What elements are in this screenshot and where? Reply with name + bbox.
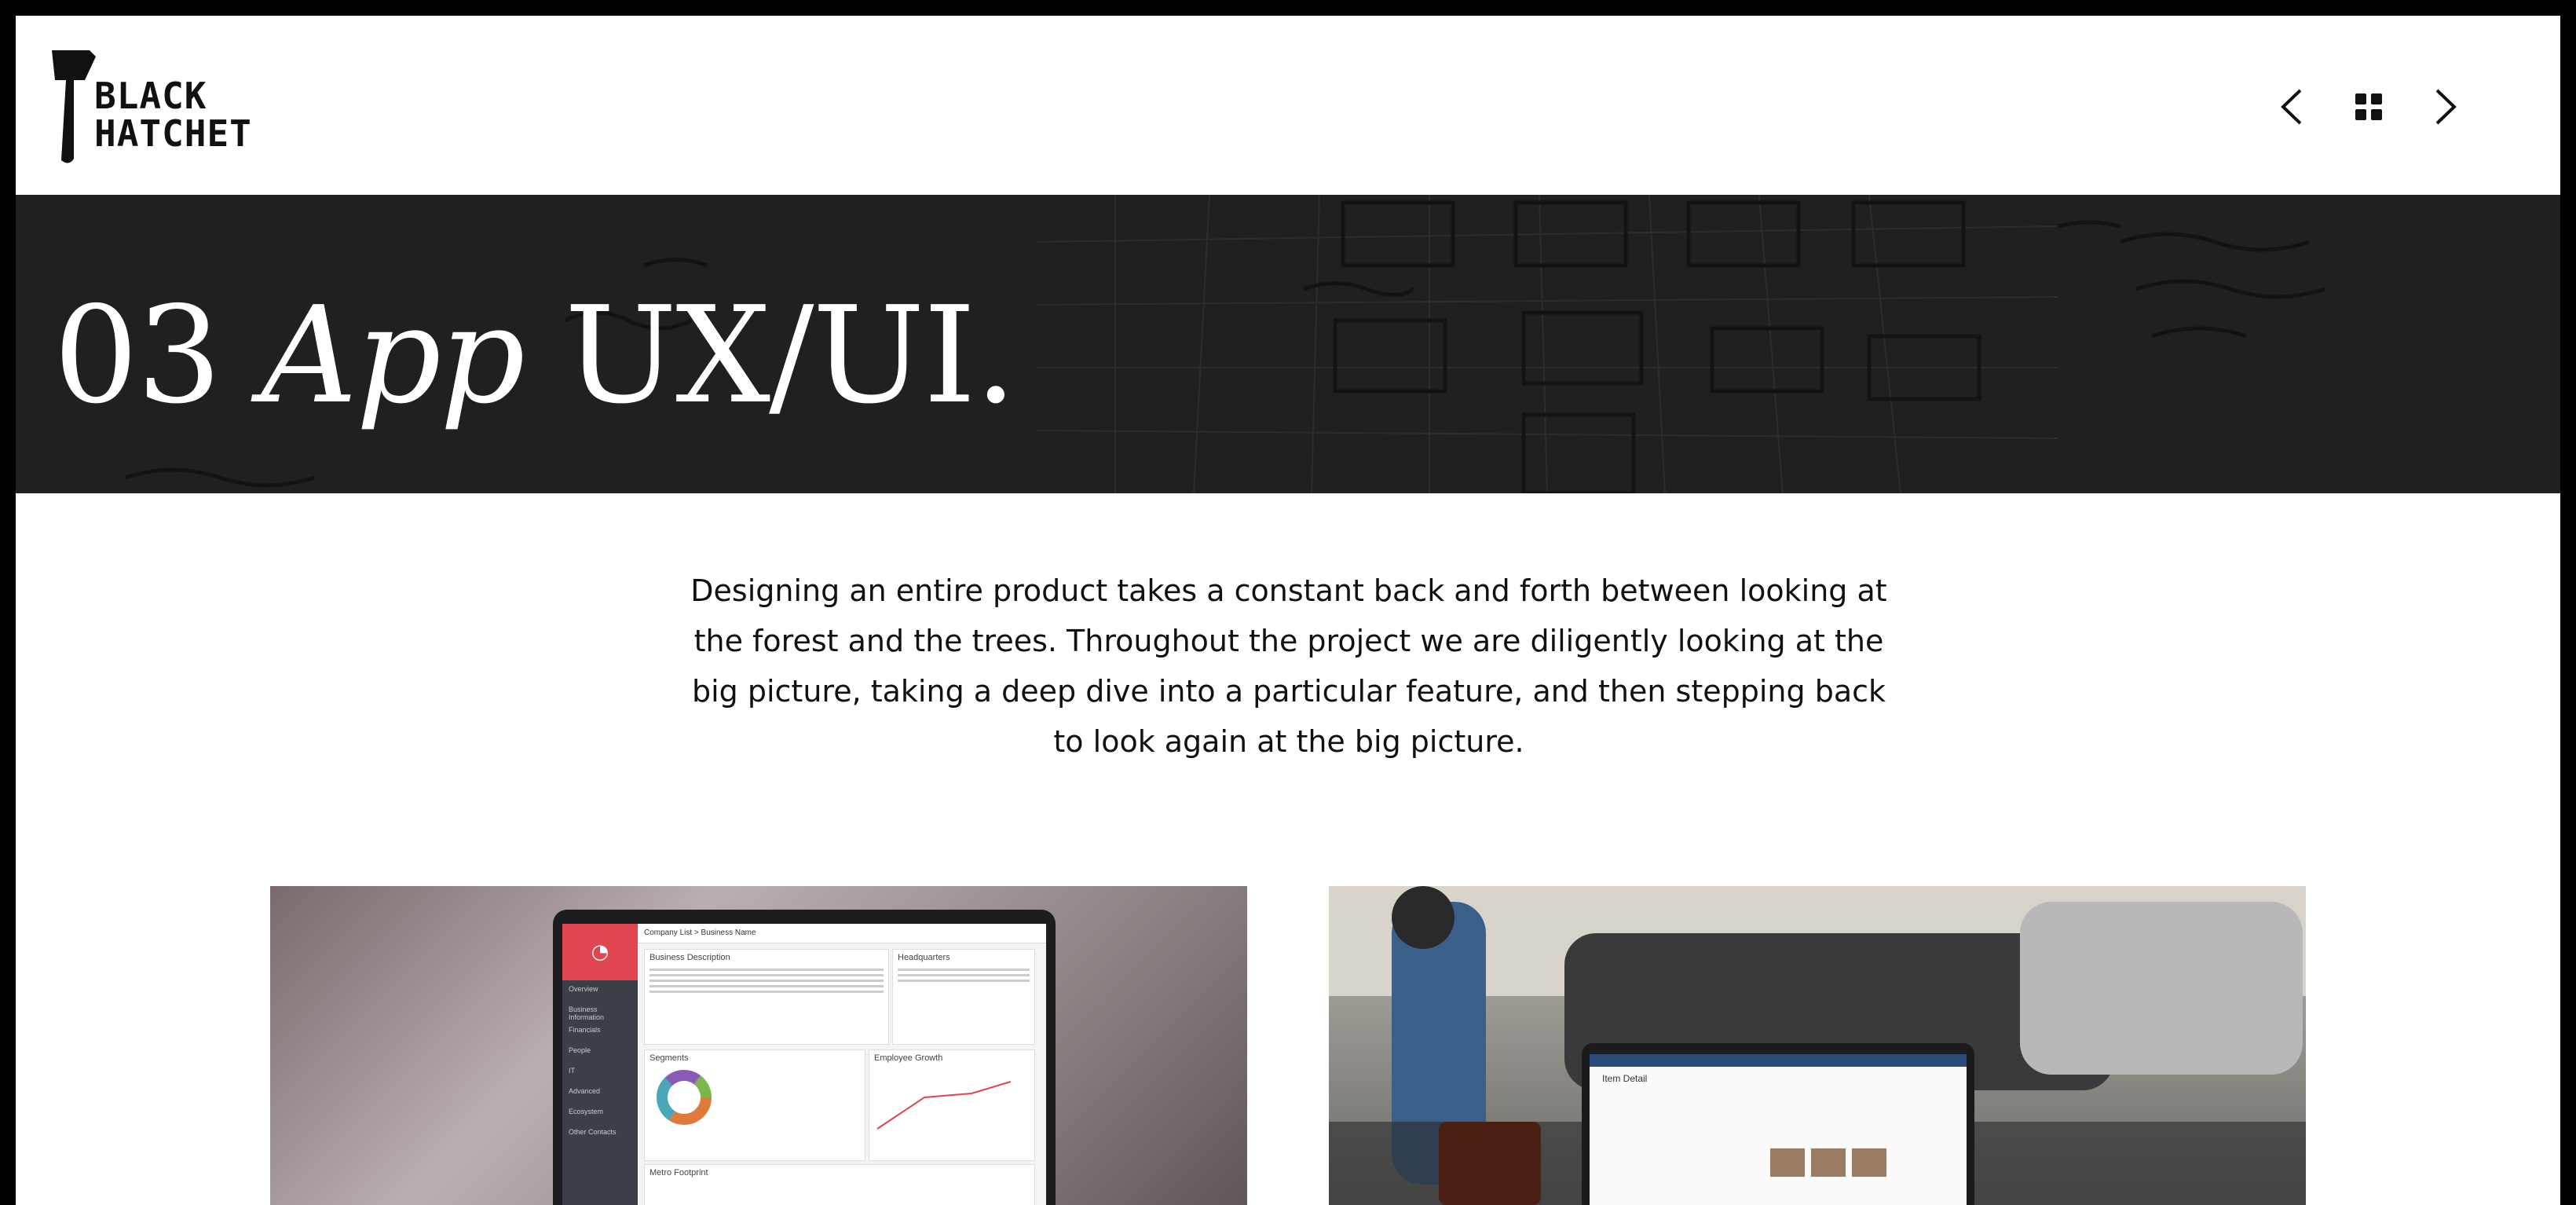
- donut-chart: [657, 1070, 712, 1125]
- title-number: 03: [53, 278, 221, 434]
- sidebar-item: Other Contacts: [569, 1128, 617, 1136]
- app-logo-icon: ◔: [562, 924, 638, 980]
- chevron-left-icon: [2281, 89, 2302, 125]
- brand-logo[interactable]: BLACK HATCHET: [50, 49, 286, 167]
- headquarters-card: Headquarters: [892, 949, 1035, 1045]
- laptop: ◔ Overview Business Information Financia…: [553, 910, 1056, 1205]
- sidebar-item: Business Information: [569, 1005, 605, 1021]
- project-photo-laptop-cafe[interactable]: Item Detail: [1329, 886, 2306, 1205]
- dashboard-screen: ◔ Overview Business Information Financia…: [562, 924, 1046, 1205]
- metro-footprint-card: Metro Footprint: [644, 1164, 1035, 1205]
- item-detail-title: Item Detail: [1602, 1073, 1648, 1084]
- card-title: Segments: [649, 1053, 689, 1063]
- dashboard-sidebar: ◔ Overview Business Information Financia…: [562, 924, 638, 1205]
- sidebar-item: Overview: [569, 985, 598, 993]
- brand-line-1: BLACK: [94, 75, 207, 117]
- dashboard-breadcrumb: Company List > Business Name: [638, 924, 1046, 943]
- hatchet-icon: [52, 50, 96, 163]
- chevron-right-icon: [2435, 89, 2457, 125]
- business-description-card: Business Description: [644, 949, 889, 1045]
- title-italic: App: [261, 278, 525, 434]
- page-title: 03 App UX/UI.: [53, 281, 1017, 430]
- intro-paragraph: Designing an entire product takes a cons…: [690, 573, 1887, 759]
- card-title: Metro Footprint: [649, 1168, 708, 1178]
- header: BLACK HATCHET: [16, 16, 2560, 195]
- previous-button[interactable]: [2270, 85, 2314, 129]
- hero-banner: 03 App UX/UI.: [16, 195, 2560, 493]
- item-detail-screen: Item Detail: [1590, 1054, 1967, 1205]
- laptop: Item Detail: [1582, 1043, 1974, 1205]
- project-photo-laptop-dashboard[interactable]: ◔ Overview Business Information Financia…: [270, 886, 1247, 1205]
- brand-line-2: HATCHET: [94, 112, 252, 155]
- card-title: Headquarters: [898, 953, 950, 962]
- sidebar-item: Ecosystem: [569, 1108, 604, 1115]
- segments-card: Segments: [644, 1049, 865, 1161]
- brand-wordmark: BLACK HATCHET: [94, 77, 252, 152]
- page: BLACK HATCHET 03 App UX/UI. Designing an…: [16, 16, 2560, 1205]
- grid-view-button[interactable]: [2347, 85, 2391, 129]
- title-rest: UX/UI.: [564, 278, 1017, 434]
- sidebar-item: Advanced: [569, 1087, 601, 1095]
- sidebar-item: Financials: [569, 1026, 601, 1034]
- sidebar-item: IT: [569, 1067, 575, 1075]
- grid-icon: [2355, 93, 2382, 120]
- next-button[interactable]: [2424, 85, 2468, 129]
- card-title: Employee Growth: [874, 1053, 943, 1063]
- employee-growth-card: Employee Growth: [869, 1049, 1035, 1161]
- card-title: Business Description: [649, 953, 730, 962]
- sidebar-item: People: [569, 1046, 591, 1054]
- project-nav: [2270, 75, 2468, 138]
- growth-line-chart: [876, 1081, 1012, 1130]
